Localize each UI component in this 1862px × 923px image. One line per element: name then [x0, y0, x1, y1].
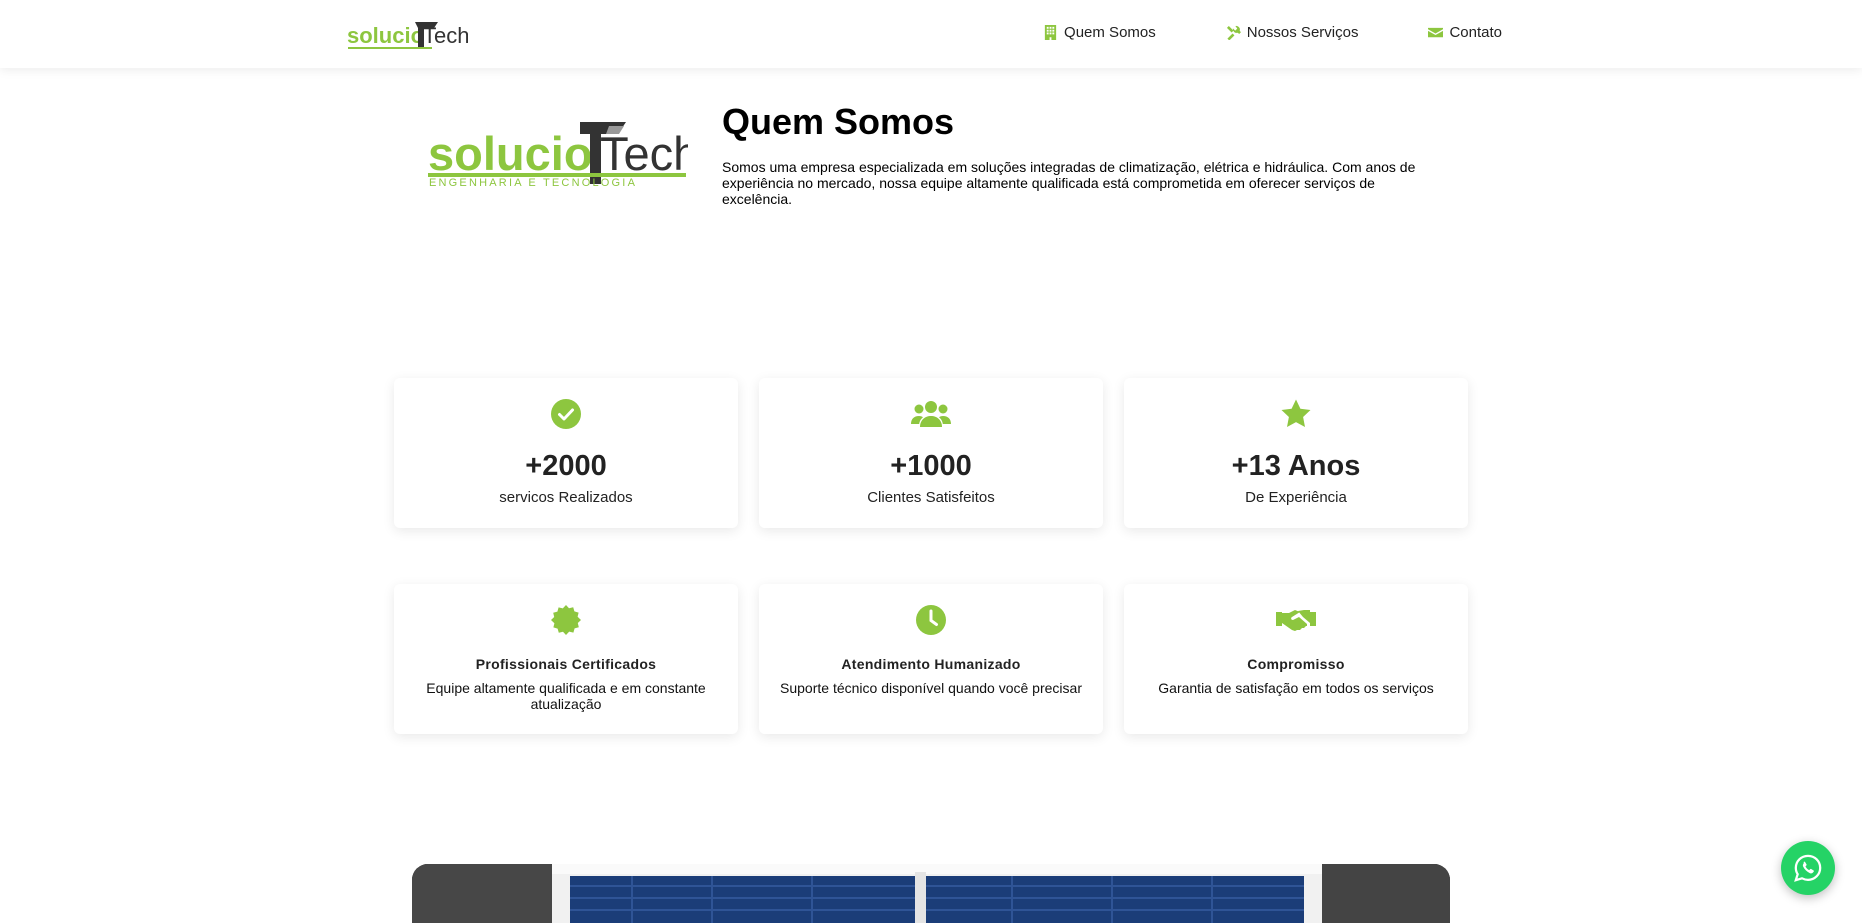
nav-label: Contato — [1449, 24, 1502, 41]
feature-description: Equipe altamente qualificada e em consta… — [426, 680, 706, 712]
feature-description: Suporte técnico disponível quando você p… — [780, 680, 1082, 696]
star-icon — [1281, 399, 1311, 427]
feature-title: Atendimento Humanizado — [841, 656, 1021, 672]
about-description: Somos uma empresa especializada em soluç… — [722, 159, 1416, 207]
stat-value: +1000 — [890, 450, 972, 482]
svg-text:Tech: Tech — [423, 23, 468, 48]
users-icon — [911, 401, 951, 427]
stat-card-experience: +13 Anos De Experiência — [1124, 378, 1468, 528]
stat-card-services: +2000 servicos Realizados — [394, 378, 738, 528]
feature-title: Compromisso — [1247, 656, 1345, 672]
envelope-icon — [1428, 27, 1444, 38]
nav-item-contato[interactable]: Contato — [1428, 24, 1502, 41]
nav-label: Nossos Serviços — [1246, 24, 1359, 41]
air-conditioner-illustration — [412, 864, 1450, 923]
tools-icon — [1226, 25, 1241, 40]
stat-label: De Experiência — [1245, 489, 1347, 506]
page-title: Quem Somos — [722, 101, 955, 142]
svg-text:ENGENHARIA E TECNOLOGIA: ENGENHARIA E TECNOLOGIA — [429, 177, 637, 189]
whatsapp-button[interactable] — [1781, 841, 1835, 895]
nav-item-quem-somos[interactable]: Quem Somos — [1043, 24, 1156, 41]
about-logo: solucio Tech ENGENHARIA E TECNOLOGIA — [428, 122, 688, 189]
certificate-icon — [551, 605, 581, 635]
whatsapp-icon — [1794, 854, 1822, 882]
feature-description: Garantia de satisfação em todos os servi… — [1158, 680, 1434, 696]
air-conditioner-image — [412, 864, 1450, 923]
check-circle-icon — [551, 399, 581, 429]
feature-title: Profissionais Certificados — [475, 656, 657, 672]
building-icon — [1044, 25, 1057, 40]
feature-card-commitment: Compromisso Garantia de satisfação em to… — [1124, 584, 1468, 734]
stat-card-clients: +1000 Clientes Satisfeitos — [759, 378, 1103, 528]
nav-item-nossos-servicos[interactable]: Nossos Serviços — [1226, 24, 1359, 41]
main-nav: Quem Somos Nossos Serviços Contato — [973, 24, 1502, 41]
stat-value: +2000 — [525, 450, 607, 482]
logo[interactable]: solucio Tech — [346, 17, 468, 51]
stat-label: servicos Realizados — [499, 489, 633, 506]
stat-label: Clientes Satisfeitos — [867, 489, 995, 506]
handshake-icon — [1276, 610, 1316, 631]
feature-card-certified: Profissionais Certificados Equipe altame… — [394, 584, 738, 734]
svg-text:solucio: solucio — [428, 127, 593, 180]
stat-value: +13 Anos — [1231, 450, 1361, 482]
feature-card-support: Atendimento Humanizado Suporte técnico d… — [759, 584, 1103, 734]
nav-label: Quem Somos — [1064, 24, 1156, 41]
clock-icon — [916, 605, 946, 635]
navbar: solucio Tech Quem Somos Nossos Serviços … — [0, 0, 1862, 68]
svg-text:Tech: Tech — [600, 127, 688, 180]
svg-text:solucio: solucio — [347, 23, 424, 48]
